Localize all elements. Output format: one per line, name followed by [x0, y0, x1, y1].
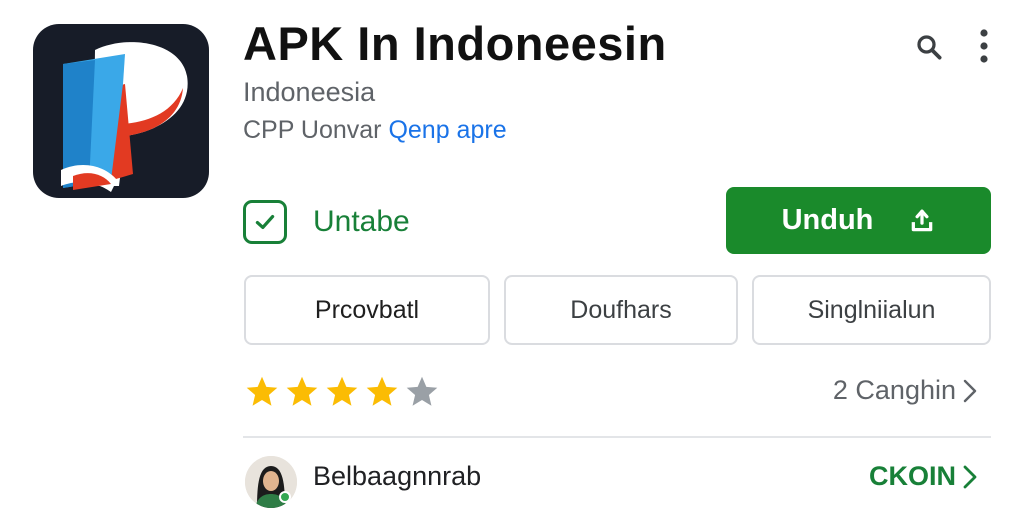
check-box-icon	[243, 200, 287, 244]
chevron-right-icon	[963, 379, 977, 402]
install-button[interactable]: Unduh	[726, 187, 991, 254]
divider	[243, 436, 991, 438]
chevron-right-icon	[963, 465, 977, 488]
star-filled-icon	[326, 376, 358, 406]
app-region: Indoneesia	[243, 77, 376, 107]
star-filled-icon	[366, 376, 398, 406]
download-icon	[909, 208, 935, 234]
search-button[interactable]	[912, 30, 946, 64]
app-logo-icon	[33, 24, 209, 198]
more-vert-icon	[980, 29, 988, 63]
reviews-link[interactable]: 2 Canghin	[833, 375, 978, 406]
more-options-button[interactable]	[970, 26, 998, 66]
status-row[interactable]: Untabe	[243, 196, 410, 248]
star-empty-icon	[406, 376, 438, 406]
account-action-link[interactable]: CKOIN	[869, 461, 978, 492]
star-rating	[244, 374, 440, 410]
status-label: Untabe	[313, 205, 410, 238]
chip-3[interactable]: Singlniialun	[752, 275, 991, 345]
search-icon	[917, 35, 942, 60]
chip-1[interactable]: Prcovbatl	[244, 275, 490, 345]
avatar[interactable]	[245, 456, 297, 508]
install-label: Unduh	[781, 204, 874, 236]
app-developer-line: CPP Uonvar Qenp apre	[243, 116, 507, 145]
star-filled-icon	[286, 376, 318, 406]
chip-2[interactable]: Doufhars	[504, 275, 738, 345]
star-filled-icon	[246, 376, 278, 406]
reviews-label: 2 Canghin	[832, 375, 956, 405]
app-title: APK In Indoneesin	[243, 17, 667, 70]
developer-link[interactable]: Qenp apre	[388, 116, 506, 144]
account-name: Belbaagnnrab	[313, 461, 482, 491]
developer-prefix: CPP Uonvar	[243, 116, 382, 144]
account-action-label: CKOIN	[869, 461, 956, 491]
